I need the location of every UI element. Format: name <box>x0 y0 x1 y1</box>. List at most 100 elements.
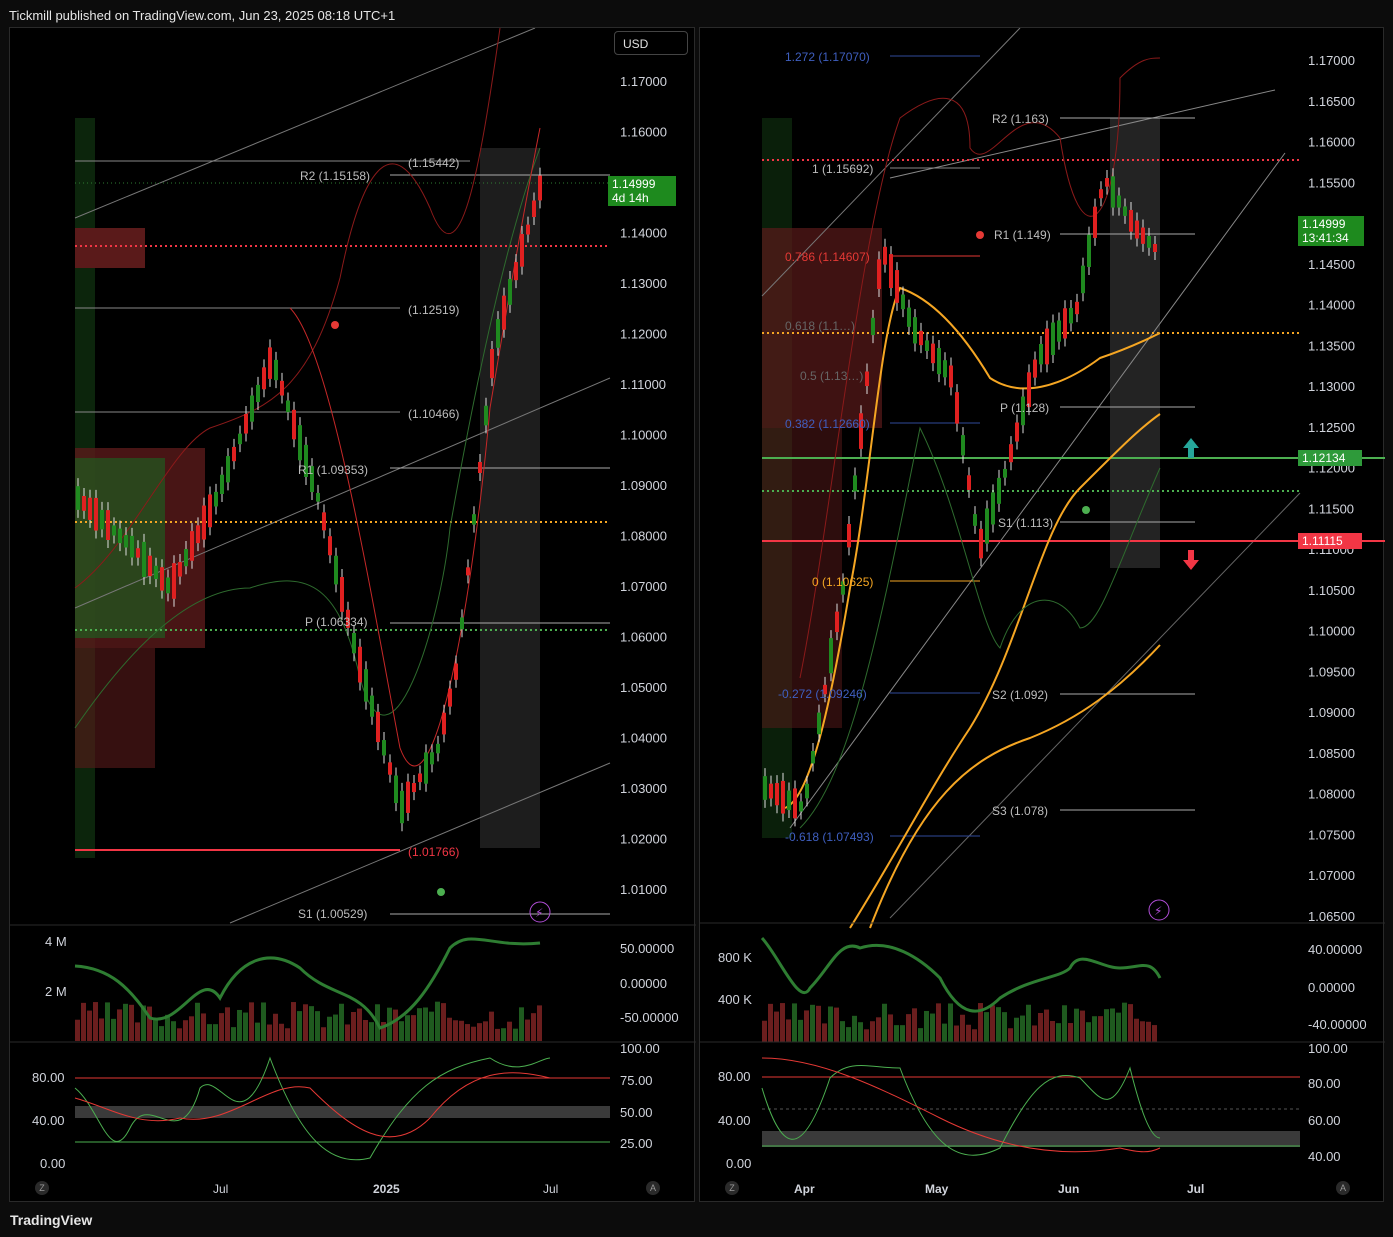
volume-bar <box>1122 1002 1127 1042</box>
trendline-d[interactable] <box>889 492 1301 919</box>
volume-bar <box>792 1003 797 1042</box>
candle-body <box>238 433 242 445</box>
volume-bar <box>762 1020 767 1042</box>
candle-body <box>322 512 326 531</box>
candle-body <box>292 409 296 440</box>
rsi-axis-0: 0.00000 <box>620 976 667 991</box>
candle-body <box>400 790 404 824</box>
candle-body <box>919 330 923 346</box>
volume-bar <box>1026 1004 1031 1042</box>
candle-body <box>502 295 506 330</box>
stoch-right-25: 25.00 <box>620 1136 653 1151</box>
volume-bars-right <box>762 1002 1157 1042</box>
volume-bar <box>87 1010 92 1041</box>
volume-bar <box>279 1023 284 1041</box>
candle-body <box>937 348 941 375</box>
candle-body <box>883 246 887 265</box>
stoch-d-line <box>74 1072 551 1138</box>
volume-bar <box>177 1028 182 1041</box>
price-axis-label: 1.10000 <box>620 428 667 443</box>
price-axis-label: 1.05000 <box>620 680 667 695</box>
volume-bar <box>1068 1023 1073 1042</box>
candle-body <box>106 510 110 540</box>
volume-bar <box>840 1021 845 1042</box>
rsi-axis-0: 0.00000 <box>1308 980 1355 995</box>
upper-trendline[interactable] <box>74 28 536 219</box>
bar-countdown: 4d 14h <box>612 191 649 205</box>
vol-axis-800k: 800 K <box>718 950 752 965</box>
volume-bar <box>804 1010 809 1042</box>
volume-bar <box>99 1018 104 1041</box>
price-axis-label: 1.16500 <box>1308 94 1355 109</box>
lightning-glyph: ⚡ <box>1154 904 1162 918</box>
volume-bar <box>333 1014 338 1041</box>
candle-body <box>799 801 803 812</box>
candle-body <box>226 456 230 483</box>
stoch-right-80: 80.00 <box>1308 1076 1341 1091</box>
candle-body <box>997 477 1001 504</box>
auto-scale-badge[interactable]: A <box>646 1181 660 1195</box>
price-axis-label: 1.14500 <box>1308 257 1355 272</box>
green-level-tag: 1.12134 <box>1298 450 1362 466</box>
candle-body <box>394 775 398 804</box>
candle-body <box>196 525 200 544</box>
price-axis-label: 1.15500 <box>1308 175 1355 190</box>
label-s2: S2 (1.092) <box>992 688 1048 702</box>
volume-bar <box>852 1015 857 1042</box>
candle-body <box>172 563 176 599</box>
label-fibm618: -0.618 (1.07493) <box>785 830 874 844</box>
candle-body <box>370 695 374 717</box>
price-axis-label: 1.16000 <box>620 125 667 140</box>
label-h3: (1.10466) <box>408 407 459 421</box>
volume-bar <box>888 1014 893 1042</box>
candle-body <box>430 752 434 765</box>
volume-bar <box>423 1007 428 1041</box>
volume-bar <box>489 1011 494 1041</box>
volume-bar <box>1086 1022 1091 1042</box>
volume-bar <box>768 1003 773 1042</box>
candle-body <box>787 790 791 811</box>
price-axis-label: 1.02000 <box>620 832 667 847</box>
price-axis-label: 1.17000 <box>620 74 667 89</box>
tradingview-logo[interactable]: TradingView <box>10 1212 92 1228</box>
weekly-chart-panel[interactable]: USD R2 (1.15158) (1.15442) (1.12519) (1.… <box>9 27 696 1203</box>
volume-profile-right <box>480 148 540 848</box>
candle-body <box>805 783 809 799</box>
candle-body <box>484 405 488 426</box>
price-axis-label: 1.07000 <box>620 579 667 594</box>
zoom-badge[interactable]: Z <box>725 1181 739 1195</box>
candle-body <box>1117 195 1121 208</box>
volume-bar <box>1140 1021 1145 1042</box>
volume-bar <box>309 1006 314 1041</box>
candle-body <box>1147 235 1151 248</box>
volume-bar <box>846 1027 851 1042</box>
footer: TradingView <box>0 1205 1393 1237</box>
candle-body <box>190 531 194 561</box>
volume-bar <box>411 1015 416 1041</box>
candle-body <box>244 413 248 434</box>
price-axis[interactable]: 1.170001.165001.160001.155001.150001.145… <box>1308 53 1355 924</box>
candle-body <box>424 752 428 784</box>
volume-bar <box>129 1004 134 1041</box>
volume-bar <box>357 1008 362 1041</box>
candle-body <box>835 611 839 633</box>
candle-body <box>1093 206 1097 238</box>
weekly-chart-canvas[interactable]: R2 (1.15158) (1.15442) (1.12519) (1.1046… <box>10 28 696 1203</box>
volume-bar <box>183 1020 188 1041</box>
daily-chart-panel[interactable]: 1.272 (1.17070) R2 (1.163) 1 (1.15692) R… <box>699 27 1385 1203</box>
candle-body <box>166 577 170 594</box>
volume-bar <box>189 1016 194 1041</box>
volume-bar <box>1020 1015 1025 1042</box>
volume-bar <box>171 1021 176 1041</box>
candle-body <box>1003 468 1007 478</box>
volume-bar <box>1032 1025 1037 1042</box>
volume-bar <box>1056 1023 1061 1042</box>
price-axis-label: 1.07000 <box>1308 868 1355 883</box>
volume-bar <box>405 1015 410 1041</box>
auto-scale-badge[interactable]: A <box>1336 1181 1350 1195</box>
label-fib5: 0.5 (1.13…) <box>800 369 863 383</box>
zoom-badge[interactable]: Z <box>35 1181 49 1195</box>
volume-bar <box>285 1028 290 1041</box>
time-axis-jun: Jun <box>1058 1182 1080 1196</box>
daily-chart-canvas[interactable]: 1.272 (1.17070) R2 (1.163) 1 (1.15692) R… <box>700 28 1385 1203</box>
